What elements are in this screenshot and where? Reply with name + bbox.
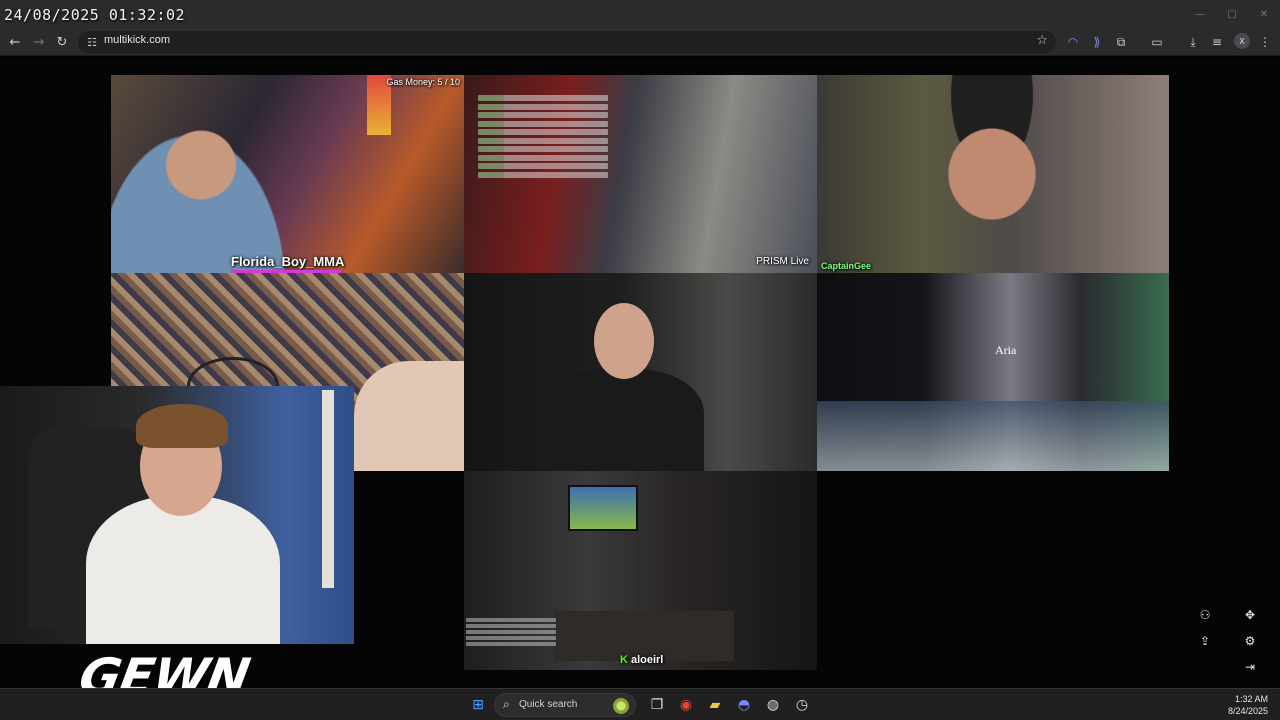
streamer-body xyxy=(534,369,704,471)
forward-icon[interactable]: → xyxy=(29,32,49,52)
menu-kebab-icon[interactable]: ⋮ xyxy=(1256,33,1274,51)
site-info-icon[interactable]: ☷ xyxy=(85,35,99,49)
streamer-video xyxy=(897,75,1087,273)
stream-tile-aria[interactable]: Aria xyxy=(817,273,1169,471)
prism-live-watermark: PRISM Live xyxy=(756,256,809,267)
start-icon[interactable]: ⊞ xyxy=(468,695,488,715)
address-bar[interactable]: ☷ multikick.com ☆ xyxy=(78,31,1056,53)
download-icon[interactable]: ⤓ xyxy=(1184,33,1202,51)
clock-app-icon[interactable]: ◷ xyxy=(792,695,812,715)
clock-time: 1:32 AM xyxy=(1234,694,1268,704)
stream-username: Kaloeirl xyxy=(620,654,663,666)
aria-sign: Aria xyxy=(995,343,1017,357)
stream-tile-florida-boy[interactable]: Gas Money: 5 / 10 Florida_Boy_MMA xyxy=(111,75,464,273)
reload-icon[interactable]: ↻ xyxy=(52,32,72,52)
file-explorer-icon[interactable]: ▰ xyxy=(705,695,725,715)
url-text: multikick.com xyxy=(104,34,171,46)
maximize-button[interactable]: ▢ xyxy=(1216,0,1248,28)
kick-badge: K xyxy=(620,654,628,666)
share-icon[interactable]: ⇪ xyxy=(1196,632,1214,650)
minimize-button[interactable]: — xyxy=(1184,0,1216,28)
login-icon[interactable]: ⇥ xyxy=(1241,658,1259,676)
browser-toolbar: ← → ↻ ☷ multikick.com ☆ ◠ ⟫ ⧉ ▭ ⤓ ≡ X ⋮ xyxy=(0,28,1280,56)
bookmark-star-icon[interactable]: ☆ xyxy=(1036,33,1048,48)
app-badge-icon[interactable]: ◍ xyxy=(763,695,783,715)
media-control-icon[interactable]: ≡ xyxy=(1208,33,1226,51)
timestamp-overlay: 24/08/2025 01:32:02 xyxy=(4,6,186,24)
windows-taskbar: ⊞ ⌕ Quick search ❐ ◉ ▰ ◓ ◍ ◷ 1:32 AM 8/2… xyxy=(0,688,1280,720)
search-highlight-icon xyxy=(613,698,629,714)
add-user-icon[interactable]: ⚇ xyxy=(1196,606,1214,624)
system-clock[interactable]: 1:32 AM 8/24/2025 xyxy=(1228,693,1268,717)
extension-arc-icon[interactable]: ◠ xyxy=(1064,33,1082,51)
finger-foreground xyxy=(354,361,464,471)
streamer-video xyxy=(111,93,311,273)
search-label: Quick search xyxy=(519,699,578,710)
back-icon[interactable]: ← xyxy=(5,32,25,52)
stream-tile-aloeirl[interactable]: Kaloeirl xyxy=(464,471,817,670)
task-view-icon[interactable]: ❐ xyxy=(647,695,667,715)
taskbar-search[interactable]: ⌕ Quick search xyxy=(494,693,636,717)
chrome-icon[interactable]: ◉ xyxy=(676,695,696,715)
extensions-puzzle-icon[interactable]: ⧉ xyxy=(1112,33,1130,51)
restaurant-tv xyxy=(568,485,638,531)
cast-icon[interactable]: ▭ xyxy=(1148,33,1166,51)
street-ground xyxy=(817,401,1169,471)
stream-username: Florida_Boy_MMA xyxy=(231,254,345,269)
stream-username-text: aloeirl xyxy=(630,654,664,666)
streamer-hoodie xyxy=(86,496,280,644)
streamer-hair xyxy=(136,404,228,448)
gear-icon[interactable]: ⚙ xyxy=(1241,632,1259,650)
close-window-button[interactable]: ✕ xyxy=(1248,0,1280,28)
search-icon: ⌕ xyxy=(503,697,510,711)
chat-overlay xyxy=(478,95,608,185)
stream-tile-captaingee[interactable]: CaptainGee xyxy=(817,75,1169,273)
stream-tile-car[interactable] xyxy=(464,273,817,471)
chat-overlay xyxy=(466,618,556,648)
move-icon[interactable]: ✥ xyxy=(1241,606,1259,624)
window-controls: — ▢ ✕ xyxy=(1184,0,1280,28)
extension-audio-icon[interactable]: ⟫ xyxy=(1088,33,1106,51)
streamer-webcam xyxy=(0,386,354,644)
stream-tile-prism[interactable]: PRISM Live xyxy=(464,75,817,273)
gas-money-counter: Gas Money: 5 / 10 xyxy=(386,77,460,87)
streamer-head xyxy=(594,303,654,379)
door-frame xyxy=(322,390,334,588)
discord-icon[interactable]: ◓ xyxy=(734,695,754,715)
clock-date: 8/24/2025 xyxy=(1227,706,1268,716)
profile-avatar[interactable]: X xyxy=(1234,33,1250,49)
browser-titlebar: — ▢ ✕ xyxy=(0,0,1280,28)
stream-username: CaptainGee xyxy=(821,261,872,271)
